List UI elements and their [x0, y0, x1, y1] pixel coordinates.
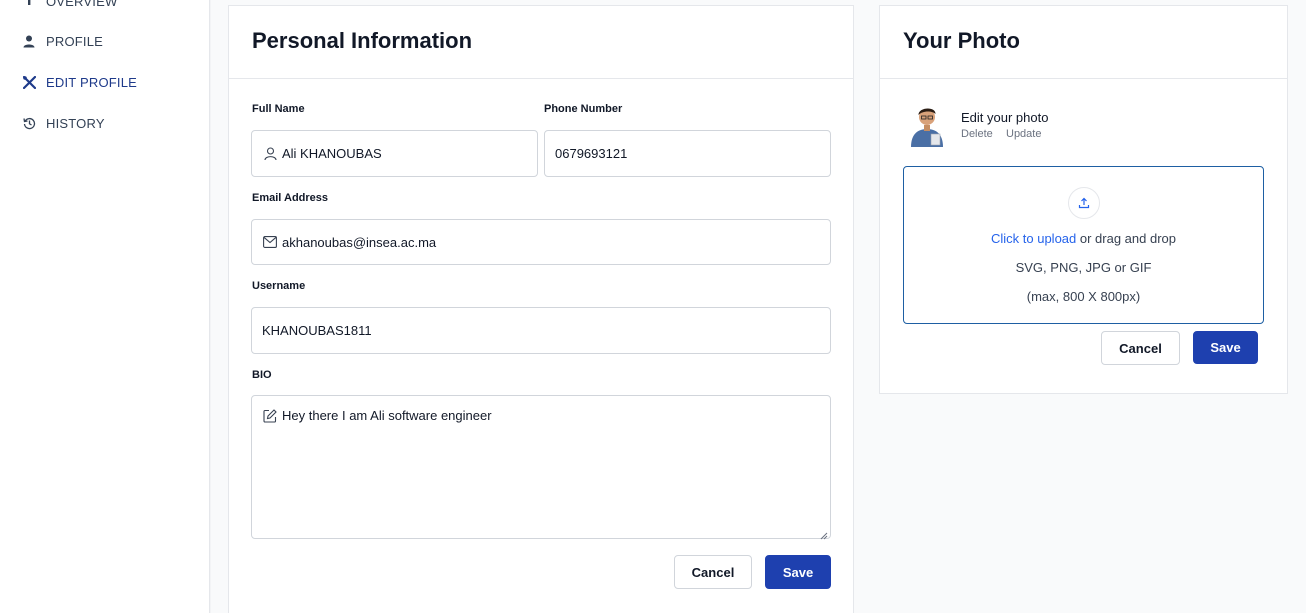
- bio-label: BIO: [252, 369, 272, 381]
- your-photo-card: Your Photo Edit your photo Delete Update…: [879, 5, 1288, 394]
- upload-dropzone[interactable]: Click to upload or drag and drop SVG, PN…: [903, 166, 1264, 324]
- upload-rest-text: or drag and drop: [1076, 231, 1176, 246]
- delete-photo-link[interactable]: Delete: [961, 128, 993, 140]
- sidebar-item-edit-profile[interactable]: EDIT PROFILE: [22, 75, 137, 90]
- photo-cancel-button[interactable]: Cancel: [1101, 331, 1180, 365]
- edit-icon: [262, 408, 278, 424]
- full-name-field[interactable]: Ali KHANOUBAS: [251, 130, 538, 177]
- upload-instructions: Click to upload or drag and drop: [904, 231, 1263, 246]
- mail-icon: [262, 234, 278, 250]
- info-icon: [22, 0, 36, 9]
- card-divider: [880, 78, 1287, 79]
- bio-textarea[interactable]: Hey there I am Ali software engineer: [251, 395, 831, 540]
- email-label: Email Address: [252, 192, 329, 204]
- your-photo-title: Your Photo: [903, 28, 1020, 53]
- resize-grip-icon[interactable]: [820, 528, 828, 540]
- username-value: KHANOUBAS1811: [262, 323, 372, 338]
- email-field[interactable]: akhanoubas@insea.ac.ma: [251, 219, 831, 265]
- sidebar-item-label: EDIT PROFILE: [46, 75, 138, 90]
- user-outline-icon: [262, 146, 278, 162]
- personal-information-card: Personal Information Full Name Ali KHANO…: [228, 5, 854, 613]
- history-icon: [22, 117, 36, 131]
- bio-value: Hey there I am Ali software engineer: [282, 408, 492, 423]
- avatar: [907, 101, 947, 147]
- phone-value: 0679693121: [555, 146, 628, 161]
- username-label: Username: [252, 280, 306, 292]
- phone-field[interactable]: 0679693121: [544, 130, 831, 177]
- update-photo-link[interactable]: Update: [1006, 128, 1041, 140]
- personal-save-button[interactable]: Save: [765, 555, 831, 589]
- sidebar: OVERVIEW PROFILE EDIT PROFILE HISTORY: [0, 0, 210, 613]
- sidebar-item-label: HISTORY: [46, 116, 105, 131]
- upload-max-size: (max, 800 X 800px): [1026, 289, 1141, 304]
- user-icon: [22, 35, 36, 49]
- edit-photo-label: Edit your photo: [961, 110, 1049, 125]
- tools-icon: [22, 76, 36, 90]
- username-field[interactable]: KHANOUBAS1811: [251, 307, 831, 354]
- photo-save-button[interactable]: Save: [1193, 331, 1258, 364]
- card-divider: [229, 78, 853, 79]
- full-name-label: Full Name: [252, 103, 305, 115]
- upload-formats: SVG, PNG, JPG or GIF: [1015, 260, 1152, 275]
- click-to-upload-link[interactable]: Click to upload: [991, 231, 1076, 246]
- sidebar-item-overview[interactable]: OVERVIEW: [22, 0, 117, 9]
- phone-label: Phone Number: [544, 103, 623, 115]
- sidebar-item-label: OVERVIEW: [46, 0, 118, 9]
- upload-icon: [1068, 187, 1100, 219]
- sidebar-item-history[interactable]: HISTORY: [22, 116, 105, 131]
- email-value: akhanoubas@insea.ac.ma: [282, 234, 437, 250]
- full-name-value: Ali KHANOUBAS: [282, 146, 382, 161]
- sidebar-item-label: PROFILE: [46, 34, 104, 49]
- personal-info-title: Personal Information: [252, 28, 473, 53]
- personal-cancel-button[interactable]: Cancel: [674, 555, 752, 589]
- sidebar-item-profile[interactable]: PROFILE: [22, 34, 103, 49]
